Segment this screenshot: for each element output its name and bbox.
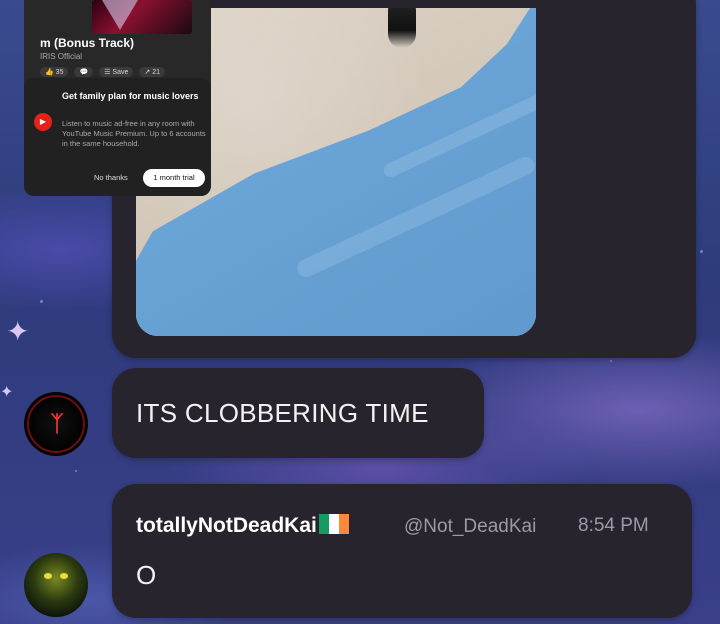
no-thanks-button[interactable]: No thanks bbox=[94, 173, 128, 182]
user-handle[interactable]: @Not_DeadKai bbox=[404, 516, 536, 538]
video-thumbnail[interactable] bbox=[92, 0, 192, 34]
premium-body: Listen to music ad-free in any room with… bbox=[62, 119, 206, 148]
message-text: O bbox=[136, 560, 157, 590]
image-foot bbox=[388, 8, 416, 48]
timestamp: 8:54 PM bbox=[578, 515, 649, 536]
display-name[interactable]: totallyNotDeadKai bbox=[136, 514, 349, 538]
like-button[interactable]: 👍 35 bbox=[40, 67, 69, 77]
track-title: m (Bonus Track) bbox=[40, 36, 135, 50]
youtube-music-icon: ▶ bbox=[34, 113, 52, 131]
avatar[interactable] bbox=[24, 553, 88, 617]
save-button[interactable]: ☰ Save bbox=[99, 67, 134, 77]
avatar-eye bbox=[44, 573, 52, 579]
message-text: ITS CLOBBERING TIME bbox=[136, 398, 429, 428]
sparkle-icon: ✦ bbox=[0, 384, 14, 401]
ireland-flag-icon bbox=[318, 514, 349, 534]
premium-title: Get family plan for music lovers bbox=[62, 91, 199, 101]
sparkle-icon: ✦ bbox=[6, 316, 30, 347]
message-bubble: totallyNotDeadKai @Not_DeadKai 8:54 PM O bbox=[112, 484, 692, 618]
premium-offer-card: ▶ Get family plan for music lovers Liste… bbox=[24, 78, 211, 196]
display-name-text: totallyNotDeadKai bbox=[136, 514, 317, 537]
message-bubble: ITS CLOBBERING TIME bbox=[112, 368, 484, 458]
trial-button[interactable]: 1 month trial bbox=[143, 169, 205, 187]
save-label: Save bbox=[112, 69, 129, 76]
share-button[interactable]: ↗ 21 bbox=[139, 67, 165, 77]
like-count: 35 bbox=[55, 69, 64, 76]
comment-icon[interactable]: 💬 bbox=[74, 67, 94, 77]
avatar-eye bbox=[60, 573, 68, 579]
video-actions: 👍 35 💬 ☰ Save ↗ 21 bbox=[40, 67, 165, 77]
avatar[interactable]: ᛉ bbox=[24, 392, 88, 456]
share-count: 21 bbox=[152, 69, 160, 76]
artist-name[interactable]: IRIS Official bbox=[40, 52, 82, 61]
video-overlay-popup: m (Bonus Track) IRIS Official 👍 35 💬 ☰ S… bbox=[24, 0, 211, 196]
sigil-icon: ᛉ bbox=[50, 411, 63, 437]
